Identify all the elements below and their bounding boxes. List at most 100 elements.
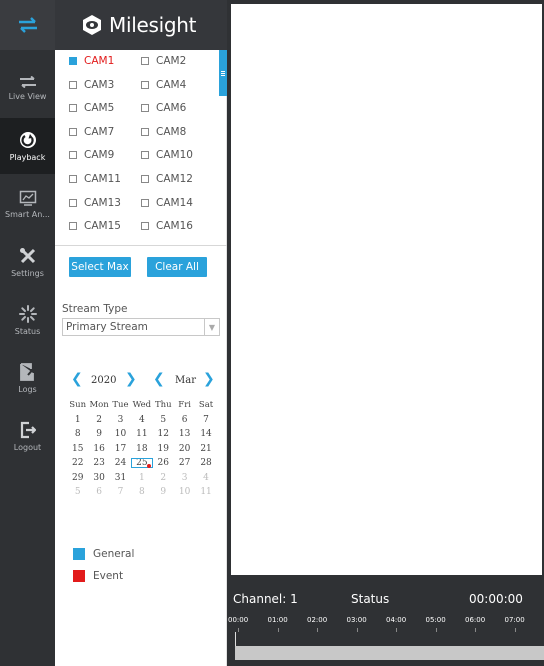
camera-checkbox-item[interactable]: CAM4 bbox=[141, 79, 186, 91]
prev-year-button[interactable]: ❮ bbox=[71, 371, 83, 387]
calendar-grid: Sun Mon Tue Wed Thu Fri Sat 1 2 3 4 5 6 7 8 9 10 11 12 13 14… bbox=[67, 398, 217, 500]
calendar-day[interactable]: 22 bbox=[67, 458, 88, 468]
camera-list-scrollbar[interactable] bbox=[219, 50, 227, 96]
camera-checkbox-item[interactable]: CAM8 bbox=[141, 126, 186, 138]
checkbox[interactable] bbox=[141, 198, 149, 207]
nav-item-status[interactable]: Status bbox=[0, 292, 55, 348]
nav-item-settings[interactable]: Settings bbox=[0, 234, 55, 290]
camera-checkbox-item[interactable]: CAM14 bbox=[141, 197, 193, 209]
calendar-day[interactable]: 2 bbox=[88, 415, 109, 425]
nav-toggle[interactable] bbox=[0, 0, 55, 50]
checkbox[interactable] bbox=[69, 175, 77, 183]
calendar-day[interactable]: 3 bbox=[174, 473, 195, 483]
calendar-day[interactable]: 27 bbox=[174, 458, 195, 468]
checkbox[interactable] bbox=[141, 222, 149, 231]
nav-item-logout[interactable]: Logout bbox=[0, 408, 55, 464]
checkbox[interactable] bbox=[141, 151, 149, 160]
calendar-day[interactable]: 14 bbox=[195, 429, 216, 439]
checkbox[interactable] bbox=[141, 175, 149, 183]
checkbox[interactable] bbox=[69, 222, 77, 231]
nav-item-playback[interactable]: Playback bbox=[0, 118, 55, 174]
calendar-day[interactable]: 15 bbox=[67, 444, 88, 454]
calendar-day[interactable]: 4 bbox=[131, 415, 152, 425]
nav-item-logs[interactable]: Logs bbox=[0, 350, 55, 406]
calendar-day[interactable]: 19 bbox=[153, 444, 174, 454]
calendar-day[interactable]: 16 bbox=[88, 444, 109, 454]
camera-checkbox-item[interactable]: CAM5 bbox=[69, 102, 114, 114]
calendar-day[interactable]: 23 bbox=[88, 458, 109, 468]
checkbox[interactable] bbox=[141, 80, 149, 89]
calendar-day[interactable]: 29 bbox=[67, 473, 88, 483]
video-viewport[interactable] bbox=[227, 0, 544, 580]
calendar-day[interactable]: 3 bbox=[110, 415, 131, 425]
calendar-day[interactable]: 12 bbox=[153, 429, 174, 439]
checkbox[interactable] bbox=[69, 151, 77, 160]
calendar-day-selected[interactable]: 25 bbox=[131, 458, 153, 469]
calendar-day[interactable]: 5 bbox=[153, 415, 174, 425]
camera-checkbox-item[interactable]: CAM3 bbox=[69, 79, 114, 91]
calendar-day[interactable]: 2 bbox=[153, 473, 174, 483]
camera-checkbox-item[interactable]: CAM9 bbox=[69, 149, 114, 161]
checkbox[interactable] bbox=[141, 57, 149, 65]
prev-month-button[interactable]: ❮ bbox=[153, 371, 165, 387]
calendar-day[interactable]: 6 bbox=[88, 487, 109, 497]
calendar-day[interactable]: 20 bbox=[174, 444, 195, 454]
calendar-day[interactable]: 28 bbox=[195, 458, 216, 468]
calendar-day[interactable]: 30 bbox=[88, 473, 109, 483]
clear-all-button[interactable]: Clear All bbox=[147, 257, 207, 277]
calendar-day[interactable]: 11 bbox=[195, 487, 216, 497]
calendar-day[interactable]: 8 bbox=[67, 429, 88, 439]
nav-item-smart-analytics[interactable]: Smart An... bbox=[0, 176, 55, 232]
calendar-day[interactable]: 18 bbox=[131, 444, 152, 454]
calendar-day[interactable]: 9 bbox=[88, 429, 109, 439]
camera-checkbox-item[interactable]: CAM10 bbox=[141, 149, 193, 161]
calendar-day[interactable]: 13 bbox=[174, 429, 195, 439]
calendar-day-number: 22 bbox=[71, 458, 84, 469]
calendar-day[interactable]: 24 bbox=[110, 458, 131, 468]
camera-checkbox-item[interactable]: CAM11 bbox=[69, 173, 121, 185]
calendar-day[interactable]: 4 bbox=[195, 473, 216, 483]
camera-checkbox-item[interactable]: CAM15 bbox=[69, 220, 121, 232]
checkbox[interactable] bbox=[141, 104, 149, 113]
calendar-day-number: 27 bbox=[178, 458, 191, 469]
checkbox[interactable] bbox=[69, 127, 77, 136]
calendar-weekday-row: Sun Mon Tue Wed Thu Fri Sat bbox=[67, 398, 217, 413]
checkbox[interactable] bbox=[69, 80, 77, 89]
calendar-day[interactable]: 1 bbox=[67, 415, 88, 425]
camera-checkbox-item[interactable]: CAM16 bbox=[141, 220, 193, 232]
calendar-day[interactable]: 7 bbox=[195, 415, 216, 425]
camera-checkbox-item[interactable]: CAM13 bbox=[69, 197, 121, 209]
next-year-button[interactable]: ❯ bbox=[125, 371, 137, 387]
checkbox[interactable] bbox=[141, 127, 149, 136]
nav-item-live-view[interactable]: Live View bbox=[0, 60, 55, 116]
camera-checkbox-item[interactable]: CAM7 bbox=[69, 126, 114, 138]
checkbox[interactable] bbox=[69, 57, 77, 65]
calendar-day[interactable]: 8 bbox=[131, 487, 152, 497]
main-nav: Live View Playback Smart An... Settings bbox=[0, 0, 55, 666]
calendar-day[interactable]: 9 bbox=[153, 487, 174, 497]
timeline-track[interactable] bbox=[235, 646, 544, 660]
next-month-button[interactable]: ❯ bbox=[203, 371, 215, 387]
camera-checkbox-item[interactable]: CAM2 bbox=[141, 55, 186, 67]
calendar-day[interactable]: 21 bbox=[195, 444, 216, 454]
calendar-day[interactable]: 10 bbox=[174, 487, 195, 497]
calendar-day[interactable]: 1 bbox=[131, 473, 152, 483]
camera-checkbox-item[interactable]: CAM1 bbox=[69, 55, 114, 67]
timeline-tick-label: 02:00 bbox=[307, 616, 328, 624]
calendar-day[interactable]: 17 bbox=[110, 444, 131, 454]
camera-checkbox-item[interactable]: CAM6 bbox=[141, 102, 186, 114]
checkbox[interactable] bbox=[69, 198, 77, 207]
select-max-button[interactable]: Select Max bbox=[69, 257, 131, 277]
stream-type-select[interactable]: Primary Stream ▼ bbox=[62, 318, 220, 336]
calendar-day[interactable]: 7 bbox=[110, 487, 131, 497]
calendar-day[interactable]: 31 bbox=[110, 473, 131, 483]
calendar-day[interactable]: 6 bbox=[174, 415, 195, 425]
calendar-day[interactable]: 11 bbox=[131, 429, 152, 439]
checkbox[interactable] bbox=[69, 104, 77, 113]
calendar-day-number: 4 bbox=[203, 472, 209, 483]
logs-icon bbox=[19, 362, 36, 381]
calendar-day[interactable]: 10 bbox=[110, 429, 131, 439]
calendar-day[interactable]: 26 bbox=[153, 458, 174, 468]
calendar-day[interactable]: 5 bbox=[67, 487, 88, 497]
camera-checkbox-item[interactable]: CAM12 bbox=[141, 173, 193, 185]
